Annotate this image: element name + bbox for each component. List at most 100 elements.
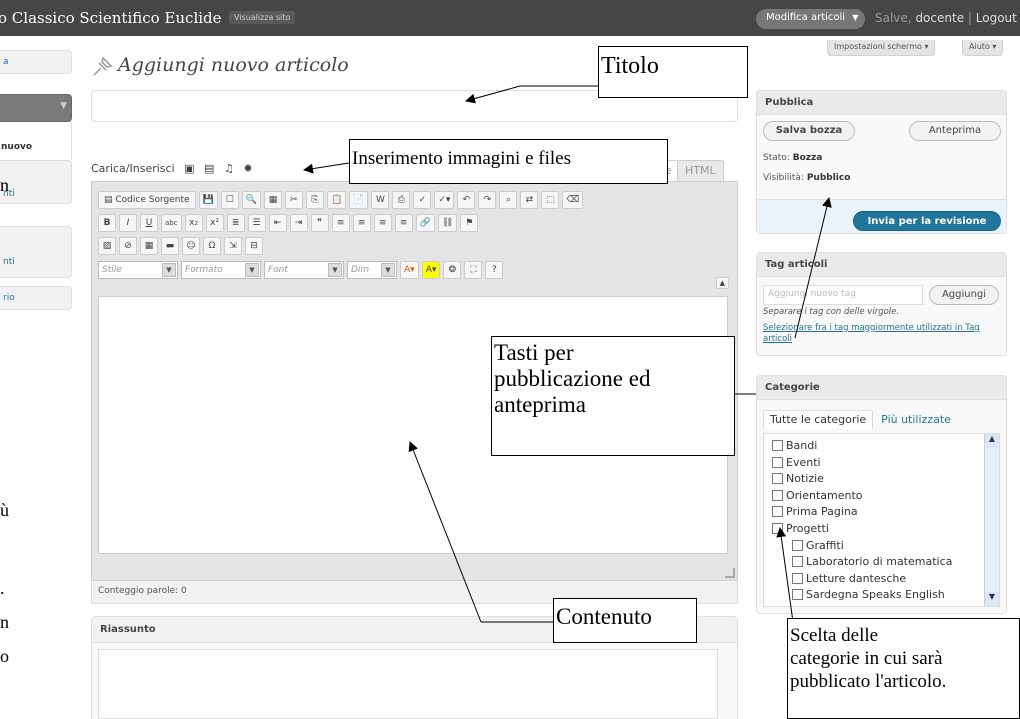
fullscreen-icon[interactable]: ⛶ <box>464 260 483 279</box>
page-break-icon[interactable]: ⇲ <box>224 236 242 255</box>
print-icon[interactable]: ⎙ <box>392 190 411 209</box>
image-icon[interactable]: ▨ <box>98 236 116 255</box>
size-select[interactable]: Dim ▼ <box>347 260 397 279</box>
category-item[interactable]: Eventi <box>772 456 821 469</box>
sidebar-item-posts[interactable]: ▼ <box>0 94 72 122</box>
copy-icon[interactable]: ⎘ <box>305 190 324 209</box>
favorite-actions-dropdown[interactable]: Modifica articoli ▼ <box>756 9 865 29</box>
flash-icon[interactable]: ⊘ <box>119 236 137 255</box>
category-item[interactable]: Sardegna Speaks English <box>792 588 945 601</box>
unordered-list-icon[interactable]: ☰ <box>247 213 266 232</box>
preview-button[interactable]: Anteprima <box>909 121 1001 141</box>
bold-icon[interactable]: B <box>98 213 116 232</box>
preview-icon[interactable]: 🔍 <box>241 190 261 209</box>
redo-icon[interactable]: ↷ <box>478 190 497 209</box>
category-checkbox[interactable] <box>792 589 803 601</box>
italic-icon[interactable]: I <box>119 213 137 232</box>
sidebar-item[interactable]: nti <box>0 160 72 204</box>
horizontal-rule-icon[interactable]: ▬ <box>161 236 179 255</box>
superscript-icon[interactable]: x² <box>205 213 224 232</box>
source-code-button[interactable]: ▤ Codice Sorgente <box>98 190 196 209</box>
excerpt-textarea[interactable] <box>98 649 718 719</box>
paste-icon[interactable]: 📋 <box>326 190 347 209</box>
outdent-icon[interactable]: ⇤ <box>268 213 287 232</box>
category-checkbox[interactable] <box>792 572 803 584</box>
tab-html[interactable]: HTML <box>677 160 724 181</box>
category-checkbox[interactable] <box>772 523 783 534</box>
sidebar-item[interactable]: rio <box>0 286 72 310</box>
cut-icon[interactable]: ✂ <box>284 190 303 209</box>
add-video-icon[interactable]: ▤ <box>204 162 214 175</box>
format-select[interactable]: Formato ▼ <box>181 260 261 279</box>
categories-scrollbar[interactable]: ▲ ▼ <box>984 434 999 606</box>
special-char-icon[interactable]: Ω <box>203 236 221 255</box>
indent-icon[interactable]: ⇥ <box>289 213 308 232</box>
align-right-icon[interactable]: ≡ <box>373 213 392 232</box>
submit-for-review-button[interactable]: Invia per la revisione <box>853 211 1001 231</box>
resize-handle-icon[interactable] <box>725 568 735 578</box>
paste-word-icon[interactable]: W <box>371 190 390 209</box>
scroll-down-icon[interactable]: ▼ <box>985 592 999 606</box>
tab-popular-categories[interactable]: Più utilizzate <box>873 410 959 429</box>
category-item[interactable]: Graffiti <box>792 539 844 552</box>
undo-icon[interactable]: ↶ <box>457 190 476 209</box>
toolbar-toggle-icon[interactable]: ▲ <box>715 277 729 289</box>
save-draft-button[interactable]: Salva bozza <box>763 121 855 141</box>
add-tag-button[interactable]: Aggiungi <box>929 285 999 305</box>
category-item[interactable]: Bandi <box>772 439 817 452</box>
scroll-up-icon[interactable]: ▲ <box>985 434 999 448</box>
template-icon[interactable]: ▦ <box>263 190 282 209</box>
strikethrough-icon[interactable]: abc <box>161 213 182 232</box>
subscript-icon[interactable]: x₂ <box>184 213 203 232</box>
background-color-icon[interactable]: A▾ <box>421 260 441 279</box>
username-link[interactable]: docente <box>915 11 964 25</box>
select-all-icon[interactable]: ⬚ <box>541 190 560 209</box>
align-center-icon[interactable]: ≡ <box>352 213 371 232</box>
category-checkbox[interactable] <box>772 506 783 518</box>
table-icon[interactable]: ▦ <box>140 236 158 255</box>
tag-input[interactable]: Aggiungi nuovo tag <box>763 285 923 305</box>
choose-tags-link[interactable]: Selezionare fra i tag maggiormente utili… <box>763 323 1003 345</box>
help-icon[interactable]: ? <box>485 260 504 279</box>
spellcheck-icon[interactable]: ✓ <box>413 190 432 209</box>
category-item[interactable]: Prima Pagina <box>772 505 858 518</box>
sidebar-item[interactable]: nti <box>0 226 72 278</box>
blockquote-icon[interactable]: ❞ <box>310 213 329 232</box>
spellcheck-dropdown-icon[interactable]: ✓▾ <box>434 190 455 209</box>
add-image-icon[interactable]: ▣ <box>184 162 194 175</box>
category-item[interactable]: Letture dantesche <box>792 572 906 585</box>
tab-all-categories[interactable]: Tutte le categorie <box>763 410 874 429</box>
smiley-icon[interactable]: ☺ <box>182 236 200 255</box>
sidebar-item-add-new[interactable]: nuovo <box>1 142 32 152</box>
replace-icon[interactable]: ⇄ <box>520 190 539 209</box>
insert-media-icon[interactable]: ❂ <box>443 260 462 279</box>
logout-link[interactable]: Logout <box>976 11 1017 25</box>
add-audio-icon[interactable]: ♫ <box>224 162 234 175</box>
category-checkbox[interactable] <box>772 473 783 485</box>
underline-icon[interactable]: U <box>140 213 158 232</box>
unlink-icon[interactable]: ⛓ <box>437 213 458 232</box>
more-tag-icon[interactable]: ⊟ <box>245 236 263 255</box>
category-checkbox[interactable] <box>792 539 803 551</box>
category-item[interactable]: Orientamento <box>772 489 863 502</box>
style-select[interactable]: Stile ▼ <box>98 260 178 279</box>
link-icon[interactable]: 🔗 <box>415 213 435 232</box>
new-document-icon[interactable]: ☐ <box>220 190 239 209</box>
add-media-icon[interactable]: ✹ <box>243 162 252 175</box>
category-checkbox[interactable] <box>772 489 783 501</box>
align-left-icon[interactable]: ≡ <box>331 213 350 232</box>
align-justify-icon[interactable]: ≡ <box>394 213 413 232</box>
help-tab[interactable]: Aiuto ▾ <box>962 40 1004 56</box>
sidebar-item[interactable]: a <box>0 50 72 74</box>
ordered-list-icon[interactable]: ≣ <box>226 213 245 232</box>
save-icon[interactable]: 💾 <box>198 190 218 209</box>
category-checkbox[interactable] <box>792 556 803 568</box>
visit-site-button[interactable]: Visualizza sito <box>229 11 296 24</box>
paste-text-icon[interactable]: 📄 <box>349 190 369 209</box>
eraser-icon[interactable]: ⌫ <box>562 190 584 209</box>
font-select[interactable]: Font ▼ <box>264 260 344 279</box>
category-item[interactable]: Progetti <box>772 522 829 535</box>
site-name-link[interactable]: o Classico Scientifico Euclide <box>0 9 222 27</box>
category-checkbox[interactable] <box>772 440 783 451</box>
category-item[interactable]: Laboratorio di matematica <box>792 555 952 568</box>
